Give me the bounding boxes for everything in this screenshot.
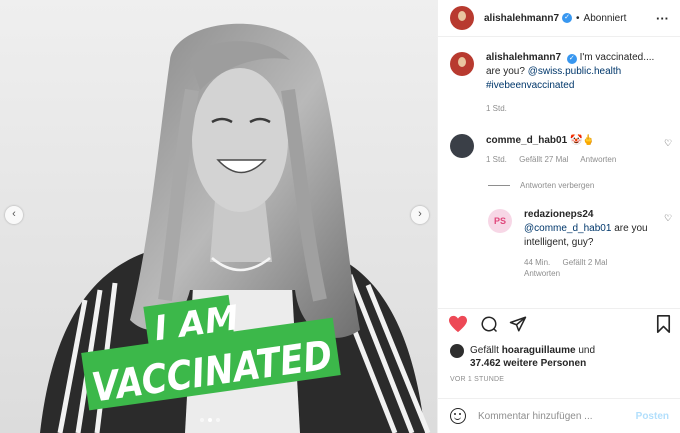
emoji-smiley-icon[interactable] (450, 408, 466, 424)
reply-likes[interactable]: Gefällt 2 Mal (562, 258, 607, 267)
comment-item: comme_d_hab01 🤡🖕 1 Std. Gefällt 27 Mal A… (486, 134, 656, 164)
comment-bubble-icon[interactable] (480, 315, 498, 336)
header-separator: • (576, 12, 580, 24)
post-comment-button[interactable]: Posten (636, 411, 669, 422)
bookmark-save-icon[interactable] (656, 315, 671, 336)
reply-reply-button[interactable]: Antworten (524, 269, 560, 278)
add-comment-bar: Posten (438, 398, 680, 433)
likes-middle: und (575, 345, 596, 356)
post-timestamp: VOR 1 STUNDE (450, 376, 505, 383)
like-heart-icon[interactable] (448, 315, 468, 336)
caption-time: 1 Std. (486, 104, 507, 113)
caption: alishalehmann7 ✓ I'm vaccinated.... are … (486, 51, 666, 113)
reply-item: redazioneps24 @comme_d_hab01 are you int… (524, 208, 654, 279)
reply-avatar-wrap: PS (488, 209, 512, 233)
more-horizontal-icon[interactable]: ··· (656, 11, 669, 26)
slide-dot-active (208, 418, 212, 422)
share-send-icon[interactable] (509, 315, 527, 336)
caption-mention-link[interactable]: @swiss.public.health (528, 66, 622, 77)
comment-likes[interactable]: Gefällt 27 Mal (519, 155, 568, 164)
likes-count-link[interactable]: 37.462 weitere Personen (470, 358, 586, 369)
post-sidebar: alishalehmann7 ✓ • Abonniert ··· alishal… (437, 0, 680, 433)
comment-input[interactable] (478, 410, 636, 422)
comment-username[interactable]: comme_d_hab01 (486, 135, 567, 146)
reply-like-heart-icon[interactable]: ♡ (664, 213, 672, 224)
post-media[interactable]: I AM VACCINATED ‹ › (0, 0, 437, 433)
previous-slide-button[interactable]: ‹ (5, 206, 23, 224)
comment-like-heart-icon[interactable]: ♡ (664, 138, 672, 149)
reply-avatar[interactable]: PS (488, 209, 512, 233)
liker-username[interactable]: hoaraguillaume (502, 345, 576, 356)
commenter-avatar[interactable] (450, 134, 474, 158)
verified-badge-icon: ✓ (566, 54, 577, 64)
reply-username[interactable]: redazioneps24 (524, 209, 593, 220)
comment-avatar-wrap (450, 134, 474, 158)
author-username[interactable]: alishalehmann7 (484, 13, 559, 24)
comment-time: 1 Std. (486, 155, 507, 164)
likes-summary: Gefällt hoaraguillaume und 37.462 weiter… (450, 344, 595, 370)
hide-replies-label: Antworten verbergen (520, 181, 595, 190)
slide-dot (200, 418, 204, 422)
caption-username[interactable]: alishalehmann7 (486, 52, 561, 63)
slide-dot (216, 418, 220, 422)
comment-text: 🤡🖕 (569, 135, 595, 146)
post-header: alishalehmann7 ✓ • Abonniert ··· (438, 0, 680, 37)
comment-reply-button[interactable]: Antworten (580, 155, 616, 164)
next-slide-button[interactable]: › (411, 206, 429, 224)
verified-badge-icon: ✓ (562, 13, 573, 23)
post-photo: I AM VACCINATED (0, 0, 437, 433)
caption-avatar[interactable] (450, 52, 474, 76)
follow-state-button[interactable]: Abonniert (584, 13, 627, 24)
reply-time: 44 Min. (524, 258, 551, 267)
post-actions (438, 308, 680, 338)
likes-prefix: Gefällt (470, 345, 502, 356)
hide-replies-toggle[interactable]: Antworten verbergen (488, 181, 594, 190)
reply-mention-link[interactable]: @comme_d_hab01 (524, 223, 611, 234)
hide-replies-line (488, 185, 510, 186)
caption-hashtag-link[interactable]: #ivebeenvaccinated (486, 80, 574, 91)
liker-avatar[interactable] (450, 344, 464, 358)
comments-section: alishalehmann7 ✓ I'm vaccinated.... are … (438, 38, 680, 308)
caption-avatar-wrap (450, 52, 474, 76)
author-avatar[interactable] (450, 6, 474, 30)
slide-indicator (200, 418, 220, 422)
